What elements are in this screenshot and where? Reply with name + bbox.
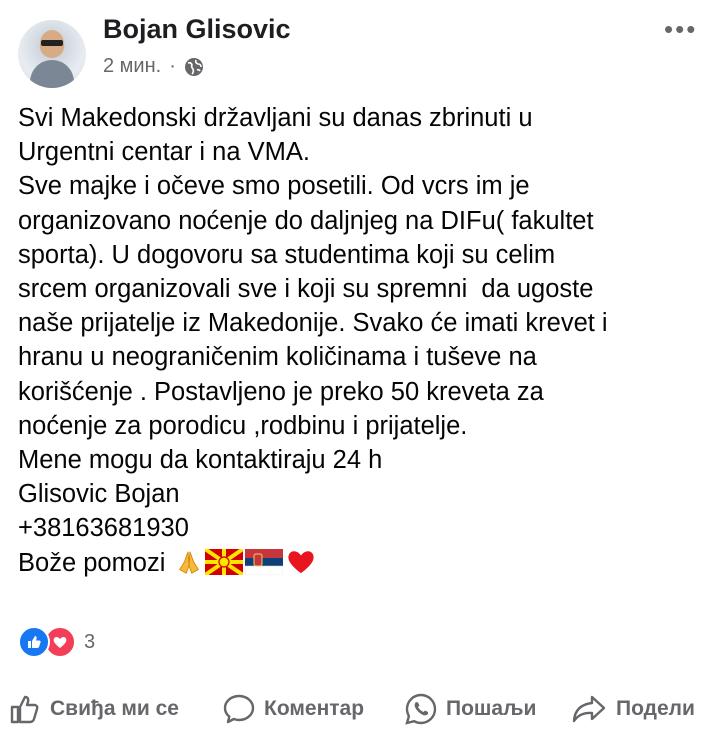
post-line: Sve majke i očeve smo posetili. Od vcrs …	[18, 172, 530, 201]
comment-icon	[223, 694, 255, 724]
reaction-count: 3	[84, 630, 96, 653]
like-label: Свиђа ми се	[50, 697, 179, 720]
post-time[interactable]: 2 мин.	[103, 55, 161, 78]
post-line: korišćenje . Postavljeno je preko 50 kre…	[18, 377, 544, 406]
post-line: noćenje za porodicu ,rodbinu i prijatelj…	[18, 411, 468, 440]
post-line: Glisovic Bojan	[18, 480, 180, 509]
like-button[interactable]: Свиђа ми се	[8, 692, 179, 726]
praying-hands-icon	[178, 551, 199, 574]
send-label: Пошаљи	[446, 697, 537, 720]
author-name[interactable]: Bojan Glisovic	[103, 14, 291, 45]
send-button[interactable]: Пошаљи	[404, 692, 536, 726]
like-reaction-icon	[18, 626, 50, 658]
post-line: Urgentni centar i na VMA.	[18, 138, 310, 167]
post-line: srcem organizovali sve i koji su spremni…	[18, 275, 594, 304]
reactions-summary[interactable]: 3	[18, 626, 95, 658]
whatsapp-icon	[405, 693, 437, 725]
post-line: naše prijatelje iz Makedonije. Svako će …	[18, 309, 608, 338]
post-text: Svi Makedonski državljani su danas zbrin…	[18, 101, 708, 580]
comment-button[interactable]: Коментар	[222, 692, 364, 726]
north-macedonia-flag-icon	[204, 548, 243, 575]
post-actions-bar: Свиђа ми се Коментар Пошаљи Подели	[0, 686, 716, 732]
post-line: organizovano noćenje do daljnjeg na DIFu…	[18, 206, 594, 235]
comment-label: Коментар	[264, 697, 365, 720]
author-avatar[interactable]	[18, 20, 86, 88]
meta-separator: ·	[169, 55, 176, 77]
more-options-icon[interactable]: •••	[664, 14, 697, 45]
thumbs-up-icon	[10, 695, 39, 724]
share-label: Подели	[616, 697, 695, 720]
post-line: hranu u neograničenim količinama i tušev…	[18, 343, 537, 372]
post-line-last: Bože pomozi	[18, 546, 708, 580]
post-line-text: Bože pomozi	[18, 548, 173, 577]
share-icon	[572, 695, 606, 723]
post-line: sporta). U dogovoru sa studentima koji s…	[18, 240, 556, 269]
share-button[interactable]: Подели	[570, 692, 695, 726]
post-line: Svi Makedonski državljani su danas zbrin…	[18, 104, 533, 132]
globe-icon	[184, 57, 203, 76]
post-line: Mene mogu da kontaktiraju 24 h	[18, 446, 383, 475]
serbia-flag-icon	[244, 548, 283, 575]
red-heart-icon	[287, 550, 314, 573]
post-meta: 2 мин. ·	[103, 55, 204, 78]
post-line[interactable]: +38163681930	[18, 511, 708, 545]
post-header: Bojan Glisovic 2 мин. · •••	[0, 0, 716, 95]
